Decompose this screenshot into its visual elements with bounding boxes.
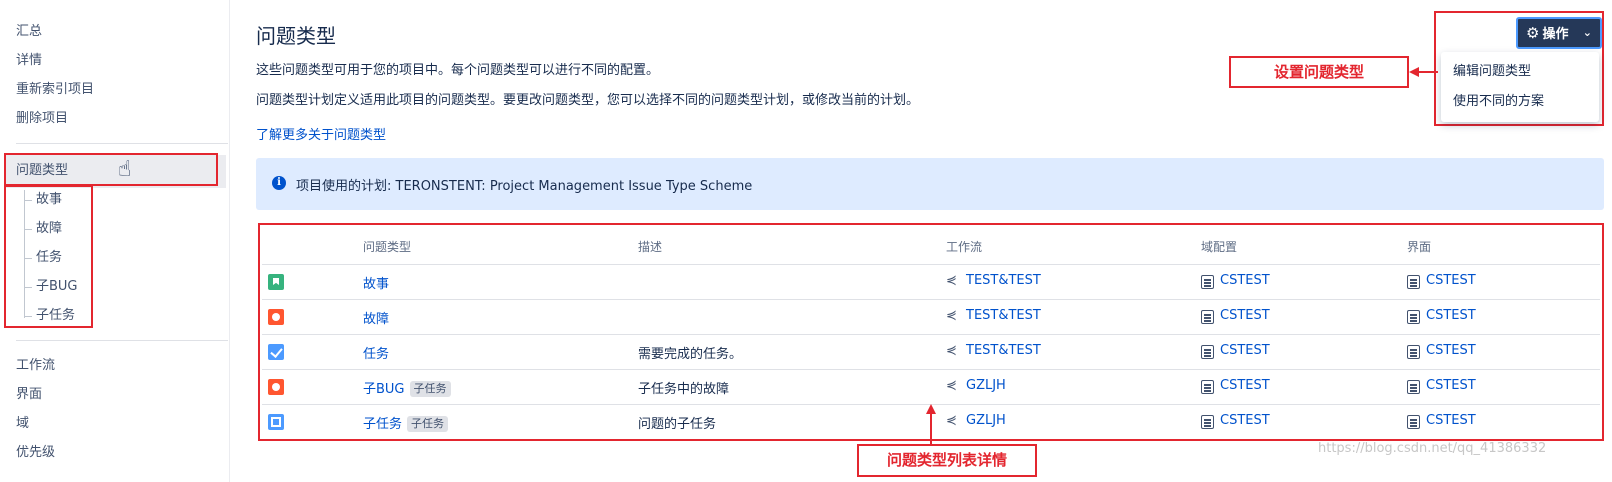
annotation-list: 问题类型列表详情 <box>857 444 1037 477</box>
sidebar-item-summary[interactable]: 汇总 <box>16 21 42 43</box>
annotation-arrow-up <box>926 404 936 445</box>
col-header-description: 描述 <box>638 240 663 254</box>
info-icon: i <box>272 176 286 190</box>
sidebar-divider <box>16 340 228 341</box>
table-divider <box>262 299 1600 300</box>
menu-item-edit-issue-types[interactable]: 编辑问题类型 <box>1453 60 1531 79</box>
workflow-link[interactable]: GZLJH <box>966 413 1006 428</box>
workflow-icon: ⋞ <box>946 378 957 393</box>
workflow-icon: ⋞ <box>946 273 957 288</box>
table-divider <box>262 334 1600 335</box>
screen-link[interactable]: CSTEST <box>1426 413 1476 428</box>
workflow-link[interactable]: TEST&TEST <box>966 273 1041 288</box>
screen-icon <box>1407 415 1420 429</box>
workflow-link[interactable]: GZLJH <box>966 378 1006 393</box>
sidebar-item-delete-project[interactable]: 删除项目 <box>16 108 68 130</box>
screen-icon <box>1407 380 1420 394</box>
col-header-field-config: 域配置 <box>1201 240 1238 254</box>
col-header-issue-type: 问题类型 <box>363 240 412 254</box>
sidebar-item-priorities[interactable]: 优先级 <box>16 442 55 464</box>
screen-link[interactable]: CSTEST <box>1426 273 1476 288</box>
issue-type-name[interactable]: 故障 <box>363 308 389 327</box>
info-banner: i 项目使用的计划: TERONSTENT: Project Managemen… <box>256 158 1604 210</box>
bug-icon <box>268 379 284 395</box>
issue-type-name[interactable]: 任务 <box>363 343 389 362</box>
annotation-settings: 设置问题类型 <box>1229 56 1409 88</box>
issue-type-desc: 需要完成的任务。 <box>638 347 743 362</box>
issue-type-desc: 子任务中的故障 <box>638 382 730 397</box>
col-header-screen: 界面 <box>1407 240 1432 254</box>
story-icon <box>268 274 284 290</box>
scheme-info-text: 项目使用的计划: TERONSTENT: Project Management … <box>296 179 753 194</box>
col-header-workflow: 工作流 <box>946 240 983 254</box>
workflow-link[interactable]: TEST&TEST <box>966 343 1041 358</box>
issue-type-cell: 子任务 子任务 <box>363 413 449 432</box>
issue-type-name[interactable]: 子任务 <box>363 417 402 432</box>
sidebar-item-fields[interactable]: 域 <box>16 413 29 435</box>
chevron-down-icon: ⌄ <box>1582 26 1592 39</box>
watermark: https://blog.csdn.net/qq_41386332 <box>1318 441 1547 456</box>
annotation-arrow-left <box>1409 67 1438 77</box>
sidebar-item-reindex[interactable]: 重新索引项目 <box>16 79 94 101</box>
screen-link[interactable]: CSTEST <box>1426 378 1476 393</box>
screen-link[interactable]: CSTEST <box>1426 308 1476 323</box>
field-config-icon <box>1201 345 1214 359</box>
workflow-icon: ⋞ <box>946 343 957 358</box>
field-config-link[interactable]: CSTEST <box>1220 413 1270 428</box>
field-config-link[interactable]: CSTEST <box>1220 343 1270 358</box>
issue-type-cell: 子BUG 子任务 <box>363 378 451 397</box>
issue-type-name[interactable]: 故事 <box>363 273 389 292</box>
subtask-badge: 子任务 <box>407 416 449 432</box>
field-config-link[interactable]: CSTEST <box>1220 378 1270 393</box>
description-line-1: 这些问题类型可用于您的项目中。每个问题类型可以进行不同的配置。 <box>256 63 660 78</box>
issue-type-desc: 问题的子任务 <box>638 417 717 432</box>
highlight-box-issue-types <box>4 153 218 186</box>
bug-icon <box>268 309 284 325</box>
table-divider <box>262 264 1600 265</box>
screen-icon <box>1407 345 1420 359</box>
sidebar-divider <box>16 143 228 144</box>
field-config-icon <box>1201 380 1214 394</box>
workflow-icon: ⋞ <box>946 308 957 323</box>
highlight-box-subitems <box>4 185 93 328</box>
issue-type-name[interactable]: 子BUG <box>363 382 405 397</box>
menu-item-use-different-scheme[interactable]: 使用不同的方案 <box>1453 90 1544 109</box>
sidebar-item-screens[interactable]: 界面 <box>16 384 42 406</box>
actions-dropdown: 编辑问题类型 使用不同的方案 <box>1441 52 1599 122</box>
workflow-link[interactable]: TEST&TEST <box>966 308 1041 323</box>
task-icon <box>268 344 284 360</box>
screen-icon <box>1407 275 1420 289</box>
field-config-icon <box>1201 415 1214 429</box>
subtask-icon <box>268 414 284 430</box>
page-title: 问题类型 <box>256 24 336 48</box>
learn-more-link[interactable]: 了解更多关于问题类型 <box>256 124 386 143</box>
field-config-icon <box>1201 275 1214 289</box>
actions-button[interactable]: ⚙ 操作 ⌄ <box>1516 17 1602 49</box>
sidebar-item-details[interactable]: 详情 <box>16 50 42 72</box>
table-divider <box>262 369 1600 370</box>
actions-button-label: 操作 <box>1542 27 1569 42</box>
field-config-link[interactable]: CSTEST <box>1220 308 1270 323</box>
screen-link[interactable]: CSTEST <box>1426 343 1476 358</box>
field-config-link[interactable]: CSTEST <box>1220 273 1270 288</box>
workflow-icon: ⋞ <box>946 413 957 428</box>
description-line-2: 问题类型计划定义适用此项目的问题类型。要更改问题类型，您可以选择不同的问题类型计… <box>256 93 920 108</box>
screen-icon <box>1407 310 1420 324</box>
gear-icon: ⚙ <box>1526 24 1540 42</box>
subtask-badge: 子任务 <box>409 381 451 397</box>
field-config-icon <box>1201 310 1214 324</box>
sidebar-item-workflows[interactable]: 工作流 <box>16 355 55 377</box>
